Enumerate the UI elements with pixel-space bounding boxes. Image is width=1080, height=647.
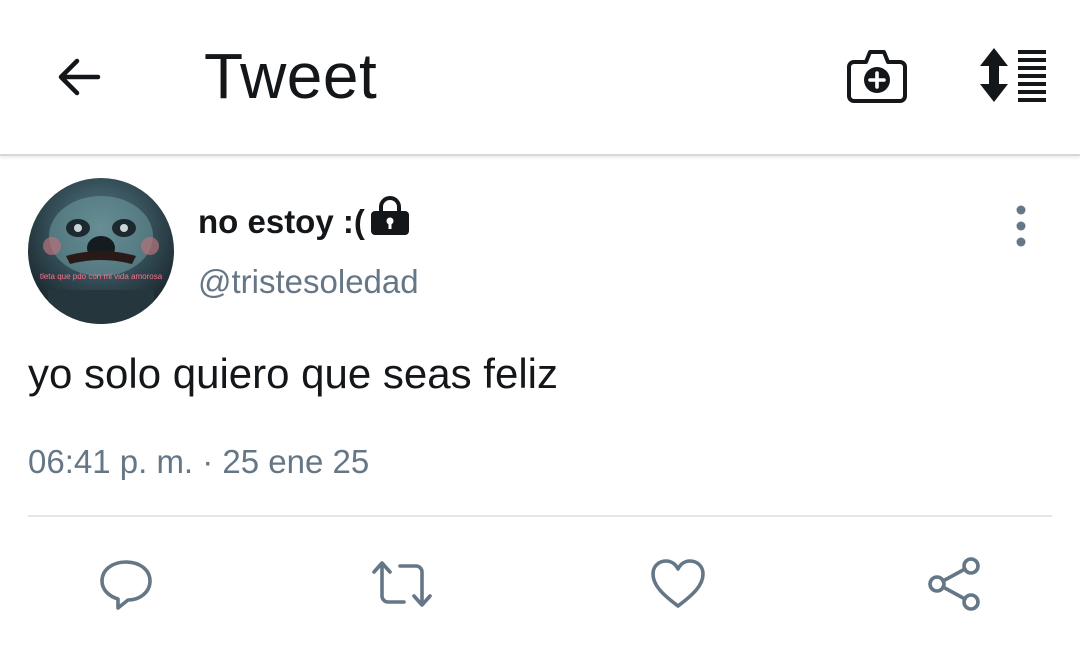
arrow-left-icon xyxy=(58,58,101,96)
retweet-icon xyxy=(372,561,432,607)
share-button[interactable] xyxy=(922,552,986,616)
share-icon xyxy=(928,557,980,611)
more-vertical-icon xyxy=(1016,205,1026,247)
sort-button[interactable] xyxy=(976,46,1048,104)
avatar[interactable]: tleta que pdo con mi vida amorosa xyxy=(28,178,174,324)
tweet-text: yo solo quiero que seas feliz xyxy=(28,350,558,397)
tweet-timestamp: 06:41 p. m. · 25 ene 25 xyxy=(28,443,370,480)
camera-plus-icon xyxy=(847,50,907,103)
top-app-bar: Tweet xyxy=(0,0,1080,156)
display-name[interactable]: no estoy :( xyxy=(198,202,365,242)
heart-icon xyxy=(651,559,705,608)
avatar-image xyxy=(43,196,159,324)
retweet-button[interactable] xyxy=(370,552,434,616)
divider xyxy=(28,515,1052,517)
reply-icon xyxy=(100,560,152,610)
lock-icon xyxy=(371,196,409,235)
username[interactable]: @tristesoledad xyxy=(198,262,419,302)
more-options-button[interactable] xyxy=(1004,202,1038,250)
avatar-caption: tleta que pdo con mi vida amorosa xyxy=(39,272,163,281)
sort-list-icon xyxy=(980,48,1046,102)
back-button[interactable] xyxy=(52,50,106,104)
like-button[interactable] xyxy=(646,552,710,616)
page-title: Tweet xyxy=(204,40,378,112)
reply-button[interactable] xyxy=(94,552,158,616)
camera-button[interactable] xyxy=(846,44,908,106)
